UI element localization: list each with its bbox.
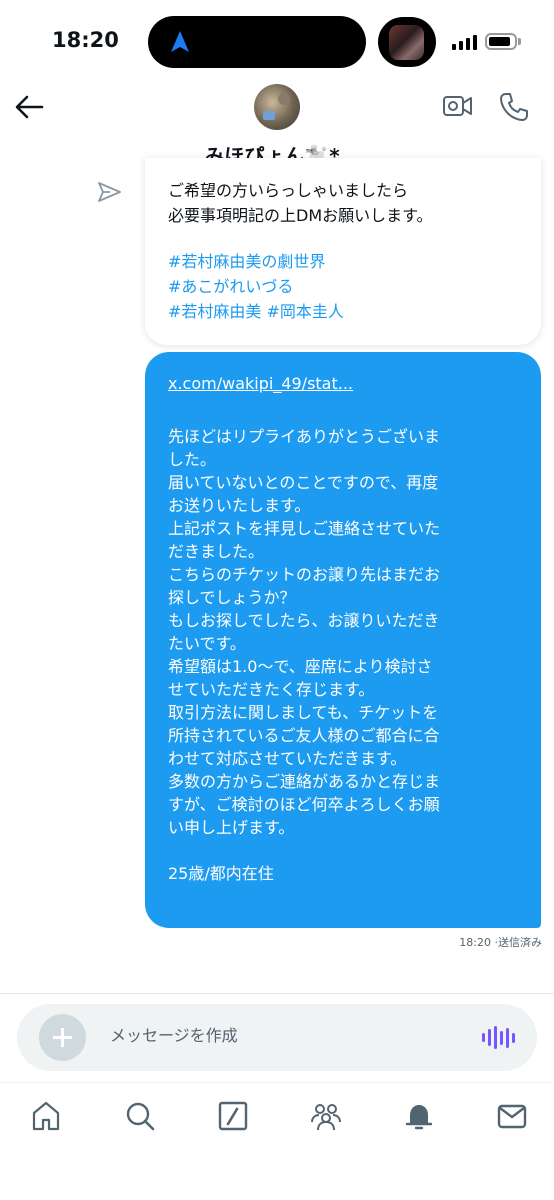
message-age-line: 25歳/都内在住	[168, 864, 274, 883]
incoming-message-bubble: ご希望の方いらっしゃいましたら 必要事項明記の上DMお願いします。 #若村麻由美…	[145, 158, 541, 345]
status-time: 18:20	[52, 28, 119, 52]
phone-call-icon[interactable]	[498, 91, 530, 123]
message-status: ·送信済み	[494, 936, 543, 949]
back-arrow-icon[interactable]	[12, 90, 46, 124]
outgoing-message-bubble: x.com/wakipi_49/stat... 先ほどはリプライありがとうござい…	[145, 352, 541, 928]
post-link[interactable]: x.com/wakipi_49/stat...	[168, 372, 519, 395]
hashtag-link[interactable]: #あこがれいづる	[168, 274, 521, 299]
avatar[interactable]	[254, 84, 300, 130]
nav-divider	[0, 1082, 554, 1083]
dynamic-island	[148, 16, 366, 68]
hashtag-link[interactable]: #若村麻由美 #岡本圭人	[168, 299, 521, 324]
message-line: ご希望の方いらっしゃいましたら	[168, 181, 409, 200]
send-icon	[98, 182, 121, 202]
voice-message-icon[interactable]	[482, 1026, 515, 1049]
live-activity-thumbnail	[378, 17, 436, 67]
home-icon[interactable]	[28, 1098, 64, 1134]
notifications-icon[interactable]	[401, 1098, 437, 1134]
message-body: 先ほどはリプライありがとうございま した。 届いていないとのことですので、再度 …	[168, 427, 441, 837]
message-line: 必要事項明記の上DMお願いします。	[168, 206, 433, 225]
grok-icon[interactable]	[215, 1098, 251, 1134]
battery-icon	[485, 33, 517, 50]
bottom-navigation	[0, 1098, 554, 1138]
message-composer	[17, 1004, 537, 1071]
battery-tip	[518, 38, 521, 45]
message-input[interactable]	[110, 1026, 450, 1045]
divider	[0, 993, 554, 994]
messages-icon[interactable]	[494, 1098, 530, 1134]
message-time: 18:20	[459, 936, 491, 949]
message-meta: 18:20 ·送信済み	[459, 934, 542, 950]
signal-icon	[452, 35, 477, 50]
navigation-arrow-icon	[171, 31, 189, 52]
communities-icon[interactable]	[308, 1098, 344, 1134]
hashtag-link[interactable]: #若村麻由美の劇世界	[168, 249, 521, 274]
add-attachment-button[interactable]	[39, 1014, 86, 1061]
video-call-icon[interactable]	[442, 92, 474, 120]
search-icon[interactable]	[122, 1098, 158, 1134]
